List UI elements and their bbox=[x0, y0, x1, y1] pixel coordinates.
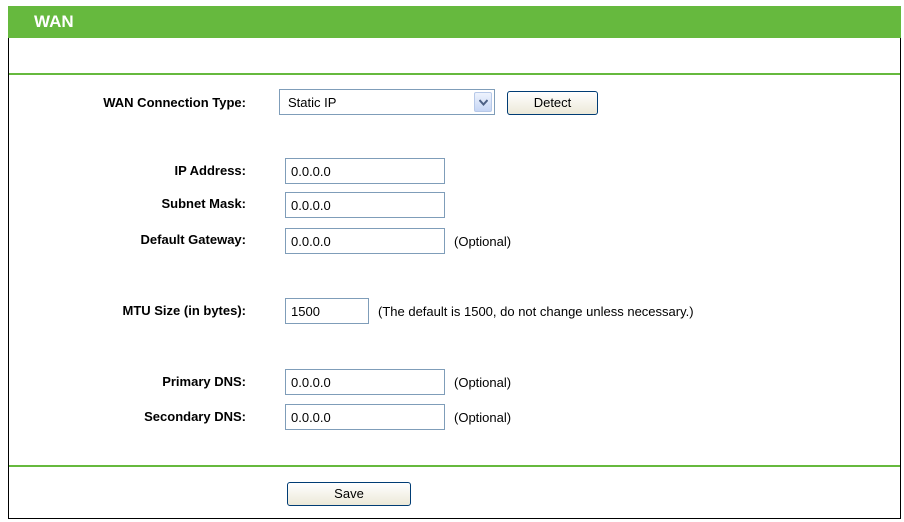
secondary-dns-note: (Optional) bbox=[454, 410, 512, 425]
connection-type-label: WAN Connection Type: bbox=[103, 95, 246, 110]
detect-button[interactable]: Detect bbox=[507, 91, 598, 115]
secondary-dns-input[interactable]: 0.0.0.0 bbox=[285, 404, 445, 430]
secondary-dns-label: Secondary DNS: bbox=[144, 409, 246, 424]
primary-dns-note: (Optional) bbox=[454, 375, 512, 390]
subnet-mask-input[interactable]: 0.0.0.0 bbox=[285, 192, 445, 218]
bottom-divider bbox=[9, 465, 900, 467]
save-button[interactable]: Save bbox=[287, 482, 411, 506]
wan-panel bbox=[8, 6, 901, 519]
ip-address-label: IP Address: bbox=[174, 163, 246, 178]
mtu-label: MTU Size (in bytes): bbox=[122, 303, 246, 318]
ip-address-input[interactable]: 0.0.0.0 bbox=[285, 158, 445, 184]
chevron-down-icon[interactable] bbox=[474, 92, 492, 112]
connection-type-value: Static IP bbox=[288, 95, 337, 110]
primary-dns-input[interactable]: 0.0.0.0 bbox=[285, 369, 445, 395]
title-bar: WAN bbox=[8, 6, 901, 38]
default-gateway-input[interactable]: 0.0.0.0 bbox=[285, 228, 445, 254]
primary-dns-label: Primary DNS: bbox=[162, 374, 246, 389]
connection-type-select[interactable]: Static IP bbox=[279, 89, 495, 115]
default-gateway-note: (Optional) bbox=[454, 234, 512, 249]
mtu-note: (The default is 1500, do not change unle… bbox=[378, 304, 694, 319]
subnet-mask-label: Subnet Mask: bbox=[161, 196, 246, 211]
page-title: WAN bbox=[34, 12, 74, 31]
mtu-input[interactable]: 1500 bbox=[285, 298, 369, 324]
top-divider bbox=[9, 73, 900, 75]
default-gateway-label: Default Gateway: bbox=[140, 232, 246, 247]
